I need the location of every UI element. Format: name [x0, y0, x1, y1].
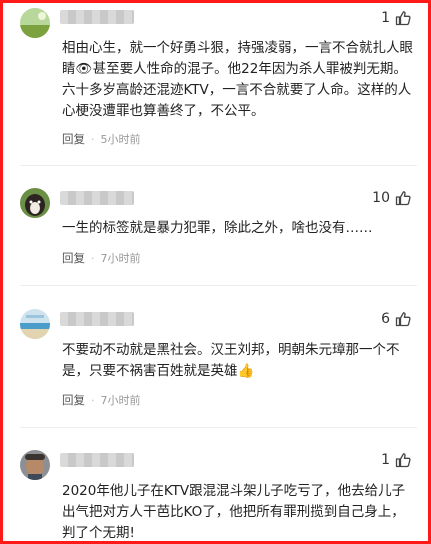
like-button[interactable]: 10	[372, 190, 411, 206]
like-count: 1	[381, 452, 390, 468]
meta-separator: ·	[91, 132, 95, 146]
reply-button[interactable]: 回复	[62, 392, 85, 408]
comment-text: 2020年他儿子在KTV跟混混斗架儿子吃亏了，他去给儿子出气把对方人干芭比KO了…	[62, 483, 406, 541]
comment-meta: 回复 · 5小时前	[62, 131, 141, 147]
like-count: 10	[372, 190, 390, 206]
thumbs-up-icon	[395, 312, 411, 327]
like-button[interactable]: 6	[381, 311, 411, 327]
comment-meta: 回复 · 7小时前	[62, 392, 141, 408]
reply-button[interactable]: 回复	[62, 131, 85, 147]
meta-separator: ·	[91, 251, 95, 265]
like-count: 1	[381, 10, 390, 26]
thumbs-up-icon	[395, 453, 411, 468]
avatar[interactable]	[20, 8, 50, 38]
divider	[20, 285, 417, 286]
reply-button[interactable]: 回复	[62, 250, 85, 266]
thumbs-up-icon	[395, 191, 411, 206]
comment-time: 7小时前	[100, 394, 141, 407]
like-button[interactable]: 1	[381, 10, 411, 26]
comment-time: 7小时前	[100, 252, 141, 265]
divider	[20, 165, 417, 166]
comment-text: 相由心生，就一个好勇斗狠，持强凌弱，一言不合就扎人眼睛👁甚至要人性命的混子。他2…	[62, 40, 413, 119]
thumbs-up-icon	[395, 11, 411, 26]
username-blurred[interactable]	[60, 312, 134, 326]
comment-meta: 回复 · 7小时前	[62, 250, 141, 266]
meta-separator: ·	[91, 393, 95, 407]
avatar[interactable]	[20, 450, 50, 480]
avatar[interactable]	[20, 188, 50, 218]
username-blurred[interactable]	[60, 191, 134, 205]
comment-time: 5小时前	[100, 133, 141, 146]
like-button[interactable]: 1	[381, 452, 411, 468]
like-count: 6	[381, 311, 390, 327]
comment-text: 一生的标签就是暴力犯罪，除此之外，啥也没有……	[62, 220, 373, 236]
comment-text: 不要动不动就是黑社会。汉王刘邦，明朝朱元璋那一个不是，只要不祸害百姓就是英雄👍	[62, 342, 400, 379]
username-blurred[interactable]	[60, 453, 134, 467]
username-blurred[interactable]	[60, 10, 134, 24]
divider	[20, 427, 417, 428]
avatar[interactable]	[20, 309, 50, 339]
